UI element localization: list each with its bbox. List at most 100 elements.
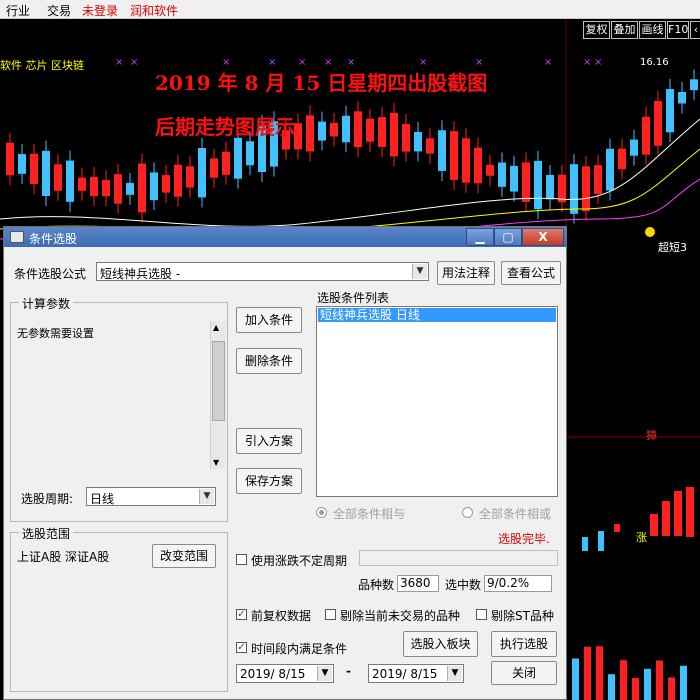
run-screening-button[interactable]: 执行选股	[491, 631, 557, 657]
volume-bar	[680, 665, 687, 700]
date-from-value: 2019/ 8/15	[240, 667, 306, 681]
logic-or-radio[interactable]	[462, 507, 473, 518]
import-plan-button[interactable]: 引入方案	[236, 428, 302, 454]
date-to-picker[interactable]: 2019/ 8/15 ▼	[368, 664, 464, 683]
menu-bar: 行业 交易 未登录 润和软件	[0, 0, 700, 19]
candle-body	[234, 137, 242, 179]
logic-and-radio[interactable]	[316, 507, 327, 518]
chevron-down-icon[interactable]: ▼	[199, 489, 214, 504]
chevron-down-icon[interactable]: ▼	[317, 666, 332, 681]
condition-list[interactable]: 短线神兵选股 日线	[316, 306, 558, 497]
chevron-down-icon[interactable]: ▼	[447, 666, 462, 681]
candle-body	[6, 142, 14, 176]
volume-bar	[608, 674, 615, 700]
close-button[interactable]: 关闭	[491, 661, 557, 685]
marker-x-icon: ×	[544, 57, 552, 68]
scroll-up-icon[interactable]: ▲	[213, 323, 219, 332]
count-label: 品种数	[358, 578, 395, 592]
restore-button[interactable]: 复权	[583, 21, 610, 39]
login-status[interactable]: 未登录	[82, 2, 118, 19]
marker-x-icon: ×	[130, 57, 138, 68]
volume-bar	[656, 660, 663, 700]
exclude-st-checkbox[interactable]	[476, 609, 487, 620]
time-range-checkbox[interactable]: ✓	[236, 642, 247, 653]
candle-body	[198, 148, 206, 198]
logic-and-label: 全部条件相与	[333, 507, 406, 521]
candle-body	[534, 160, 542, 210]
candle-body	[426, 138, 434, 154]
add-condition-button[interactable]: 加入条件	[236, 307, 302, 333]
forward-adjust-checkbox[interactable]: ✓	[236, 609, 247, 620]
scroll-thumb[interactable]	[212, 341, 225, 421]
draw-line-button[interactable]: 画线	[639, 21, 666, 39]
candle-body	[498, 162, 506, 187]
date-separator: -	[346, 664, 351, 678]
change-range-button[interactable]: 改变范围	[152, 544, 216, 568]
date-from-picker[interactable]: 2019/ 8/15 ▼	[236, 664, 334, 683]
concept-ticker: 软件 芯片 区块链	[0, 59, 84, 72]
overlay-button[interactable]: 叠加	[611, 21, 638, 39]
candle-body	[30, 153, 38, 184]
uncertain-period-checkbox[interactable]	[236, 554, 247, 565]
volume-bar	[644, 668, 651, 700]
menu-trade[interactable]: 交易	[47, 2, 71, 19]
indicator-bar	[686, 487, 694, 537]
candle-body	[522, 162, 530, 202]
chevron-down-icon[interactable]: ▼	[412, 264, 427, 279]
candle-body	[174, 164, 182, 197]
close-icon[interactable]: X	[522, 228, 564, 246]
usage-notes-button[interactable]: 用法注释	[437, 261, 495, 285]
to-block-button[interactable]: 选股入板块	[403, 631, 478, 657]
exclude-st-label: 剔除ST品种	[491, 609, 554, 623]
candle-body	[342, 115, 350, 143]
candle-body	[210, 158, 218, 178]
minimize-icon[interactable]: ▁	[466, 228, 494, 246]
logic-or-label: 全部条件相或	[479, 507, 552, 521]
range-group: 选股范围 上证A股 深证A股 改变范围	[10, 525, 228, 692]
candle-body	[66, 160, 74, 202]
params-group: 计算参数 无参数需要设置 ▲ ▼ 选股周期: 日线 ▼	[10, 295, 228, 522]
candle-body	[690, 79, 698, 91]
scroll-down-icon[interactable]: ▼	[213, 458, 219, 467]
f10-button[interactable]: F10	[667, 21, 689, 39]
formula-value: 短线神兵选股 -	[100, 267, 181, 281]
period-value: 日线	[90, 492, 115, 506]
indicator-bar	[650, 514, 658, 536]
stock-screening-dialog: 条件选股 ▁ ▢ X 条件选股公式 短线神兵选股 - ▼ 用法注释 查看公式 计…	[3, 226, 567, 700]
range-group-title: 选股范围	[19, 525, 74, 542]
candle-body	[138, 163, 146, 213]
dialog-titlebar[interactable]: 条件选股 ▁ ▢ X	[4, 227, 566, 247]
exclude-untraded-checkbox[interactable]	[325, 609, 336, 620]
menu-industry[interactable]: 行业	[6, 2, 30, 19]
candle-body	[558, 174, 566, 203]
expand-icon[interactable]: ‹	[690, 21, 700, 39]
candle-body	[90, 176, 98, 197]
status-text: 选股完毕.	[498, 532, 550, 546]
period-label: 选股周期:	[21, 492, 74, 506]
candle-body	[330, 122, 338, 137]
candle-body	[78, 177, 86, 191]
view-formula-button[interactable]: 查看公式	[501, 261, 561, 285]
volume-bar	[596, 646, 603, 700]
candle-body	[510, 165, 518, 192]
uncertain-period-label: 使用涨跌不定周期	[251, 554, 348, 568]
condition-list-item[interactable]: 短线神兵选股 日线	[318, 308, 556, 322]
high-price-label: 16.16	[640, 57, 669, 68]
condition-list-label: 选股条件列表	[317, 291, 390, 305]
candle-body	[42, 150, 50, 196]
signal-label: 超短3	[658, 241, 687, 254]
volume-bar	[620, 660, 627, 700]
exclude-untraded-label: 剔除当前未交易的品种	[340, 609, 461, 623]
formula-select[interactable]: 短线神兵选股 - ▼	[96, 262, 429, 281]
marker-x-icon: ×	[115, 57, 123, 68]
maximize-icon[interactable]: ▢	[494, 228, 522, 246]
volume-bar	[668, 677, 675, 700]
delete-condition-button[interactable]: 删除条件	[236, 348, 302, 374]
save-plan-button[interactable]: 保存方案	[236, 468, 302, 494]
indicator-bar	[614, 524, 620, 532]
params-scrollbar[interactable]: ▲ ▼	[210, 321, 226, 469]
candle-body	[678, 91, 686, 104]
period-select[interactable]: 日线 ▼	[86, 487, 216, 506]
candle-body	[654, 100, 662, 146]
count-value: 3680	[397, 575, 439, 592]
